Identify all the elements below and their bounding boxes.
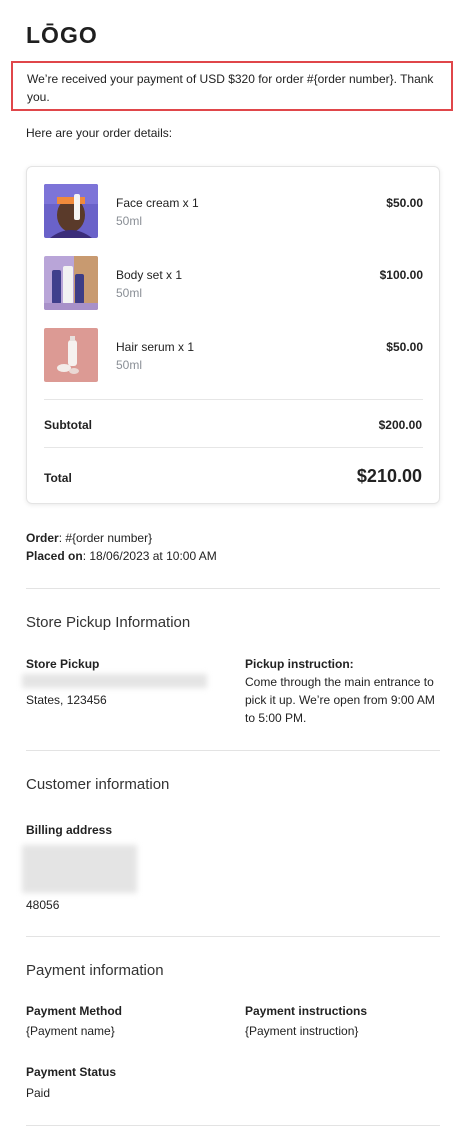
payment-method-value: {Payment name} bbox=[26, 1024, 115, 1038]
order-value: : #{order number} bbox=[58, 531, 153, 545]
item-price: $50.00 bbox=[386, 340, 423, 354]
payment-confirmation-message: We’re received your payment of USD $320 … bbox=[11, 61, 453, 111]
order-details-intro: Here are your order details: bbox=[26, 126, 173, 140]
item-name: Face cream x 1 bbox=[116, 196, 199, 210]
placed-on: Placed on: 18/06/2023 at 10:00 AM bbox=[26, 549, 217, 563]
payment-section-title: Payment information bbox=[26, 962, 164, 979]
total-value: $210.00 bbox=[356, 466, 422, 486]
pickup-section-title: Store Pickup Information bbox=[26, 614, 191, 631]
order-item: Hair serum x 1 50ml $50.00 bbox=[44, 328, 423, 382]
item-variant: 50ml bbox=[116, 286, 143, 300]
redacted-address bbox=[22, 674, 207, 688]
item-name: Hair serum x 1 bbox=[116, 340, 195, 354]
order-item: Face cream x 1 50ml $50.00 bbox=[44, 184, 423, 238]
item-name: Body set x 1 bbox=[116, 268, 183, 282]
item-variant: 50ml bbox=[116, 358, 143, 372]
redacted-billing-address bbox=[22, 845, 137, 893]
payment-instructions-label: Payment instructions bbox=[245, 1004, 368, 1018]
billing-address-label: Billing address bbox=[26, 823, 113, 837]
item-variant: 50ml bbox=[116, 214, 143, 228]
payment-status-value: Paid bbox=[26, 1086, 51, 1100]
store-address-tail: States, 123456 bbox=[26, 693, 107, 707]
divider bbox=[26, 588, 440, 589]
payment-status-label: Payment Status bbox=[26, 1065, 117, 1079]
order-number: Order: #{order number} bbox=[26, 531, 152, 545]
order-summary-card: Face cream x 1 50ml $50.00 Body set x 1 … bbox=[26, 166, 440, 504]
divider bbox=[44, 447, 423, 448]
payment-method-label: Payment Method bbox=[26, 1004, 123, 1018]
divider bbox=[44, 399, 423, 400]
hair-serum-photo bbox=[44, 328, 98, 382]
placed-label: Placed on bbox=[26, 549, 83, 563]
store-pickup-label: Store Pickup bbox=[26, 657, 100, 671]
billing-zip: 48056 bbox=[26, 898, 60, 912]
divider bbox=[26, 750, 440, 751]
customer-section-title: Customer information bbox=[26, 776, 170, 793]
pickup-instruction-label: Pickup instruction: bbox=[245, 657, 354, 671]
divider bbox=[26, 936, 440, 937]
payment-instructions-value: {Payment instruction} bbox=[245, 1024, 359, 1038]
logo: LŌGO bbox=[26, 22, 98, 48]
item-price: $50.00 bbox=[386, 196, 423, 210]
face-cream-photo bbox=[44, 184, 98, 238]
total-label: Total bbox=[44, 471, 72, 485]
body-set-photo bbox=[44, 256, 98, 310]
divider bbox=[26, 1125, 440, 1126]
placed-value: : 18/06/2023 at 10:00 AM bbox=[82, 549, 217, 563]
pickup-instruction-text: Come through the main entrance to pick i… bbox=[245, 675, 435, 725]
order-label: Order bbox=[26, 531, 59, 545]
subtotal-value: $200.00 bbox=[378, 418, 422, 432]
subtotal-label: Subtotal bbox=[44, 418, 92, 432]
item-price: $100.00 bbox=[379, 268, 423, 282]
order-item: Body set x 1 50ml $100.00 bbox=[44, 256, 423, 310]
